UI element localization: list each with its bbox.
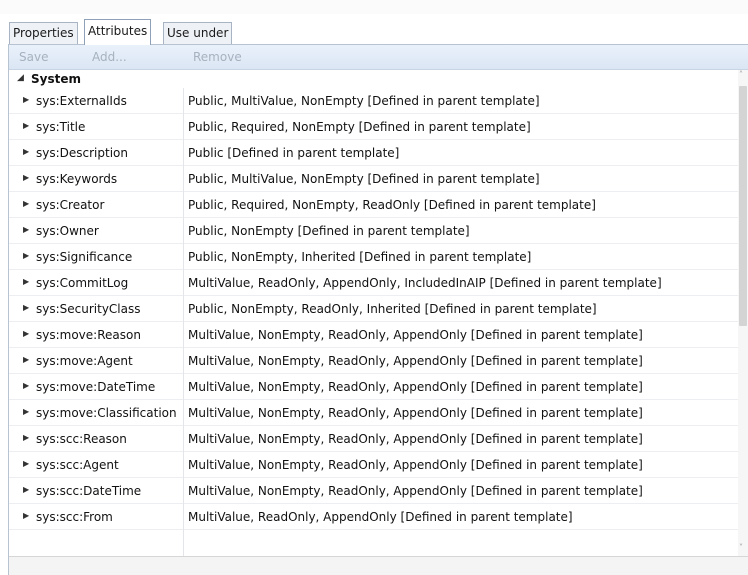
group-header-system[interactable]: ◢ System bbox=[9, 70, 741, 88]
remove-button[interactable]: Remove bbox=[193, 50, 242, 64]
attribute-description: MultiValue, ReadOnly, AppendOnly, Includ… bbox=[188, 276, 662, 290]
tab-attributes[interactable]: Attributes bbox=[84, 19, 152, 45]
scroll-down-arrow-icon[interactable]: ˅ bbox=[739, 543, 743, 552]
window-top-strip bbox=[0, 0, 748, 14]
horizontal-scrollbar[interactable] bbox=[9, 556, 748, 575]
attribute-description: MultiValue, NonEmpty, ReadOnly, AppendOn… bbox=[188, 406, 643, 420]
attribute-description: Public, NonEmpty, ReadOnly, Inherited [D… bbox=[188, 302, 597, 316]
expand-arrow-icon[interactable]: ▶ bbox=[23, 173, 29, 182]
attribute-row[interactable]: ▶ sys:Title Public, Required, NonEmpty [De… bbox=[9, 114, 738, 140]
attribute-row[interactable]: ▶ sys:scc:Reason MultiValue, NonEmpty, Rea… bbox=[9, 426, 738, 452]
expand-arrow-icon[interactable]: ▶ bbox=[23, 121, 29, 130]
toolbar: Save Add... Remove bbox=[9, 45, 748, 70]
attribute-name: sys:move:Classification bbox=[36, 406, 177, 420]
attribute-description: Public, MultiValue, NonEmpty [Defined in… bbox=[188, 94, 540, 108]
expand-arrow-icon[interactable]: ▶ bbox=[23, 303, 29, 312]
attribute-row[interactable]: ▶ sys:move:DateTime MultiValue, NonEmpty, … bbox=[9, 374, 738, 400]
expand-arrow-icon[interactable]: ▶ bbox=[23, 511, 29, 520]
attribute-description: MultiValue, NonEmpty, ReadOnly, AppendOn… bbox=[188, 432, 643, 446]
attribute-name: sys:move:DateTime bbox=[36, 380, 156, 394]
attribute-description: MultiValue, NonEmpty, ReadOnly, AppendOn… bbox=[188, 458, 643, 472]
expand-arrow-icon[interactable]: ▶ bbox=[23, 251, 29, 260]
expand-arrow-icon[interactable]: ▶ bbox=[23, 407, 29, 416]
attribute-name: sys:scc:Reason bbox=[36, 432, 127, 446]
collapse-arrow-icon[interactable]: ◢ bbox=[17, 73, 24, 83]
attribute-description: MultiValue, ReadOnly, AppendOnly [Define… bbox=[188, 510, 573, 524]
expand-arrow-icon[interactable]: ▶ bbox=[23, 95, 29, 104]
attribute-description: Public, MultiValue, NonEmpty [Defined in… bbox=[188, 172, 540, 186]
attribute-description: Public, NonEmpty, Inherited [Defined in … bbox=[188, 250, 532, 264]
column-divider bbox=[183, 88, 184, 556]
attributes-panel: Save Add... Remove ◢ System ▶ sys:Externa… bbox=[8, 44, 748, 575]
attribute-name: sys:SecurityClass bbox=[36, 302, 141, 316]
expand-arrow-icon[interactable]: ▶ bbox=[23, 199, 29, 208]
expand-arrow-icon[interactable]: ▶ bbox=[23, 147, 29, 156]
vertical-scrollbar[interactable]: ˄ ˅ bbox=[738, 70, 748, 556]
attribute-name: sys:scc:Agent bbox=[36, 458, 119, 472]
expand-arrow-icon[interactable]: ▶ bbox=[23, 225, 29, 234]
attribute-row[interactable]: ▶ sys:move:Classification MultiValue, NonE… bbox=[9, 400, 738, 426]
attribute-list: ▶ sys:ExternalIds Public, MultiValue, NonE… bbox=[9, 88, 738, 556]
tab-use-under[interactable]: Use under bbox=[163, 22, 233, 44]
attribute-name: sys:move:Reason bbox=[36, 328, 141, 342]
expand-arrow-icon[interactable]: ▶ bbox=[23, 459, 29, 468]
attribute-row[interactable]: ▶ sys:CommitLog MultiValue, ReadOnly, Appe… bbox=[9, 270, 738, 296]
attribute-row[interactable]: ▶ sys:move:Agent MultiValue, NonEmpty, Rea… bbox=[9, 348, 738, 374]
attribute-description: Public, NonEmpty [Defined in parent temp… bbox=[188, 224, 470, 238]
attribute-name: sys:move:Agent bbox=[36, 354, 133, 368]
attribute-name: sys:Keywords bbox=[36, 172, 118, 186]
attribute-name: sys:ExternalIds bbox=[36, 94, 127, 108]
attribute-description: Public [Defined in parent template] bbox=[188, 146, 400, 160]
attribute-row[interactable]: ▶ sys:scc:Agent MultiValue, NonEmpty, Read… bbox=[9, 452, 738, 478]
save-button[interactable]: Save bbox=[19, 50, 48, 64]
attribute-name: sys:Creator bbox=[36, 198, 105, 212]
attribute-name: sys:Description bbox=[36, 146, 128, 160]
attribute-name: sys:CommitLog bbox=[36, 276, 129, 290]
add-button[interactable]: Add... bbox=[92, 50, 127, 64]
attribute-row[interactable]: ▶ sys:Significance Public, NonEmpty, Inher… bbox=[9, 244, 738, 270]
tab-properties[interactable]: Properties bbox=[9, 22, 78, 44]
attribute-row[interactable]: ▶ sys:Owner Public, NonEmpty [Defined in p… bbox=[9, 218, 738, 244]
attribute-name: sys:Owner bbox=[36, 224, 99, 238]
attribute-row[interactable]: ▶ sys:ExternalIds Public, MultiValue, NonE… bbox=[9, 88, 738, 114]
attribute-description: MultiValue, NonEmpty, ReadOnly, AppendOn… bbox=[188, 328, 643, 342]
tab-bar: Properties Attributes Use under bbox=[0, 14, 748, 45]
attribute-description: Public, Required, NonEmpty, ReadOnly [De… bbox=[188, 198, 596, 212]
expand-arrow-icon[interactable]: ▶ bbox=[23, 485, 29, 494]
expand-arrow-icon[interactable]: ▶ bbox=[23, 381, 29, 390]
attribute-row[interactable]: ▶ sys:Description Public [Defined in paren… bbox=[9, 140, 738, 166]
scrollbar-thumb[interactable] bbox=[739, 86, 747, 326]
group-title: System bbox=[31, 72, 81, 86]
attribute-description: Public, Required, NonEmpty [Defined in p… bbox=[188, 120, 531, 134]
attribute-row[interactable]: ▶ sys:SecurityClass Public, NonEmpty, Read… bbox=[9, 296, 738, 322]
expand-arrow-icon[interactable]: ▶ bbox=[23, 355, 29, 364]
expand-arrow-icon[interactable]: ▶ bbox=[23, 277, 29, 286]
attribute-description: MultiValue, NonEmpty, ReadOnly, AppendOn… bbox=[188, 484, 643, 498]
attribute-description: MultiValue, NonEmpty, ReadOnly, AppendOn… bbox=[188, 380, 643, 394]
attribute-description: MultiValue, NonEmpty, ReadOnly, AppendOn… bbox=[188, 354, 643, 368]
attribute-row[interactable]: ▶ sys:Keywords Public, MultiValue, NonEmpt… bbox=[9, 166, 738, 192]
expand-arrow-icon[interactable]: ▶ bbox=[23, 433, 29, 442]
attribute-row[interactable]: ▶ sys:scc:From MultiValue, ReadOnly, Appen… bbox=[9, 504, 738, 530]
expand-arrow-icon[interactable]: ▶ bbox=[23, 329, 29, 338]
attribute-row[interactable]: ▶ sys:move:Reason MultiValue, NonEmpty, Re… bbox=[9, 322, 738, 348]
attribute-name: sys:scc:From bbox=[36, 510, 113, 524]
attribute-row[interactable]: ▶ sys:Creator Public, Required, NonEmpty, … bbox=[9, 192, 738, 218]
attribute-name: sys:scc:DateTime bbox=[36, 484, 142, 498]
attribute-name: sys:Title bbox=[36, 120, 86, 134]
scroll-up-arrow-icon[interactable]: ˄ bbox=[739, 70, 743, 79]
attribute-row[interactable]: ▶ sys:scc:DateTime MultiValue, NonEmpty, R… bbox=[9, 478, 738, 504]
attribute-name: sys:Significance bbox=[36, 250, 133, 264]
